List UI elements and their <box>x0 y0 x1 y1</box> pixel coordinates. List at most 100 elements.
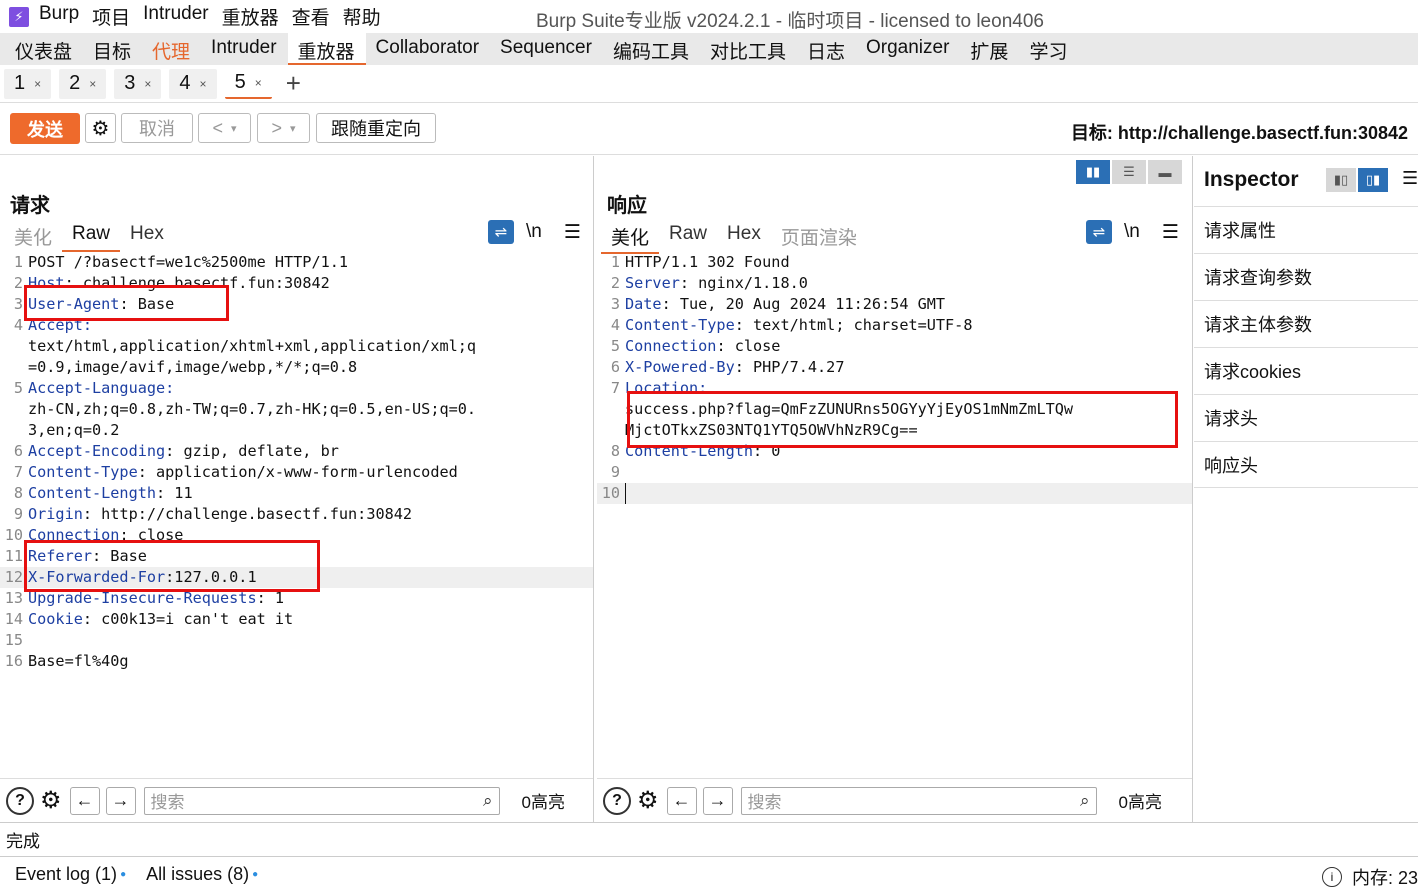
close-icon[interactable]: × <box>255 76 262 90</box>
tab-repeater[interactable]: 重放器 <box>287 33 366 65</box>
cancel-button[interactable]: 取消 <box>121 113 193 143</box>
tab-target[interactable]: 目标 <box>83 33 142 65</box>
event-log-link[interactable]: Event log (1) <box>15 864 117 885</box>
back-label: < <box>212 117 223 138</box>
wrap-lines-icon[interactable]: ⇌ <box>488 220 514 244</box>
memory-indicator[interactable]: i 内存: 23 <box>1321 864 1418 890</box>
menu-intruder[interactable]: Intruder <box>143 3 208 30</box>
tab-extensions[interactable]: 扩展 <box>960 33 1019 65</box>
repeater-tab-2[interactable]: 2 × <box>59 68 107 99</box>
hamburger-menu-icon[interactable]: ☰ <box>564 221 581 244</box>
back-button[interactable]: < ▾ <box>198 113 251 143</box>
title-bar: ⚡ Burp 项目 Intruder 重放器 查看 帮助 Burp Suite专… <box>0 0 1418 33</box>
response-editor[interactable]: 1 HTTP/1.1 302 Found 2 Server: nginx/1.18.… <box>597 252 1192 504</box>
code-line: zh-CN,zh;q=0.8,zh-TW;q=0.7,zh-HK;q=0.5,e… <box>28 400 477 418</box>
target-label[interactable]: 目标: http://challenge.basectf.fun:30842 <box>1071 119 1408 145</box>
line-number <box>597 420 625 441</box>
menu-burp[interactable]: Burp <box>39 3 79 30</box>
tab-hex[interactable]: Hex <box>717 220 771 254</box>
inspector-response-headers[interactable]: 响应头 <box>1194 441 1418 488</box>
line-number: 9 <box>610 463 620 481</box>
repeater-tab-3[interactable]: 3 × <box>114 68 162 99</box>
layout-tabs-icon[interactable]: ▬ <box>1148 160 1182 184</box>
forward-label: > <box>271 117 282 138</box>
request-search-bar: ? ⚙ ← → 搜索 ⌕ 0高亮 <box>0 778 593 822</box>
search-settings-gear-icon[interactable]: ⚙ <box>40 786 62 815</box>
inspector-request-cookies[interactable]: 请求cookies <box>1194 347 1418 394</box>
close-icon[interactable]: × <box>34 77 41 91</box>
tab-learn[interactable]: 学习 <box>1019 33 1078 65</box>
next-match-arrow-icon[interactable]: → <box>105 786 136 815</box>
request-pane: 请求 美化 Raw Hex ⇌ \n ☰ 1 POST /?basectf=we1… <box>0 156 594 822</box>
hamburger-menu-icon[interactable]: ☰ <box>1162 221 1179 244</box>
repeater-tab-4[interactable]: 4 × <box>169 68 217 99</box>
inspector-settings-icon[interactable]: ☰ <box>1402 168 1418 192</box>
tab-comparer[interactable]: 对比工具 <box>700 33 797 65</box>
line-number: 3 <box>610 295 620 313</box>
menu-help[interactable]: 帮助 <box>343 3 381 30</box>
close-icon[interactable]: × <box>89 77 96 91</box>
code-line: Accept-Encoding: gzip, deflate, br <box>28 442 339 460</box>
inspector-expand-icon[interactable]: ▯▮ <box>1358 168 1388 192</box>
tab-organizer[interactable]: Organizer <box>856 33 960 65</box>
menu-repeater[interactable]: 重放器 <box>222 3 279 30</box>
repeater-tab-5[interactable]: 5 × <box>224 68 272 99</box>
help-icon[interactable]: ? <box>603 786 631 815</box>
highlight-count: 0高亮 <box>1118 793 1162 812</box>
newline-toggle[interactable]: \n <box>526 221 542 243</box>
previous-match-arrow-icon[interactable]: ← <box>69 786 100 815</box>
all-issues-link[interactable]: All issues (8) <box>146 864 249 885</box>
tab-intruder[interactable]: Intruder <box>201 33 287 65</box>
add-tab-icon[interactable]: + <box>286 68 301 99</box>
send-button[interactable]: 发送 <box>10 113 80 144</box>
layout-stacked-icon[interactable]: ☰ <box>1112 160 1146 184</box>
forward-button[interactable]: > ▾ <box>257 113 310 143</box>
inspector-request-headers[interactable]: 请求头 <box>1194 394 1418 441</box>
chevron-down-icon[interactable]: ▾ <box>231 122 237 135</box>
line-number: 5 <box>13 379 23 397</box>
tab-pretty[interactable]: 美化 <box>601 220 660 254</box>
close-icon[interactable]: × <box>200 77 207 91</box>
inspector-request-attributes[interactable]: 请求属性 <box>1194 206 1418 253</box>
code-line: Date: Tue, 20 Aug 2024 11:26:54 GMT <box>625 295 946 313</box>
tab-collaborator[interactable]: Collaborator <box>366 33 491 65</box>
wrap-lines-icon[interactable]: ⇌ <box>1086 220 1112 244</box>
tab-dashboard[interactable]: 仪表盘 <box>5 33 83 65</box>
layout-side-by-side-icon[interactable]: ▮▮ <box>1076 160 1110 184</box>
tab-pretty[interactable]: 美化 <box>4 220 62 252</box>
response-search-input[interactable]: 搜索 ⌕ <box>740 786 1097 815</box>
tab-hex[interactable]: Hex <box>120 220 174 252</box>
tab-raw[interactable]: Raw <box>62 220 121 252</box>
tab-proxy[interactable]: 代理 <box>142 33 201 65</box>
search-settings-gear-icon[interactable]: ⚙ <box>637 786 659 815</box>
repeater-tab-1[interactable]: 1 × <box>4 68 52 99</box>
inspector-layout-buttons: ▮▯ ▯▮ ☰ <box>1324 168 1418 192</box>
previous-match-arrow-icon[interactable]: ← <box>666 786 697 815</box>
inspector-query-params[interactable]: 请求查询参数 <box>1194 253 1418 300</box>
tab-render[interactable]: 页面渲染 <box>771 220 867 254</box>
chevron-down-icon[interactable]: ▾ <box>290 122 296 135</box>
line-number: 5 <box>610 337 620 355</box>
inspector-collapse-icon[interactable]: ▮▯ <box>1326 168 1356 192</box>
close-icon[interactable]: × <box>144 77 151 91</box>
settings-gear-icon[interactable]: ⚙ <box>85 113 116 143</box>
line-number: 6 <box>610 358 620 376</box>
code-line: Base=fl%40g <box>28 652 129 670</box>
code-line: 3,en;q=0.2 <box>28 421 120 439</box>
next-match-arrow-icon[interactable]: → <box>702 786 733 815</box>
help-icon[interactable]: ? <box>6 786 34 815</box>
code-line: text/html,application/xhtml+xml,applicat… <box>28 337 477 355</box>
repeater-tab-label: 5 <box>234 71 246 93</box>
menu-project[interactable]: 项目 <box>92 3 130 30</box>
menu-view[interactable]: 查看 <box>292 3 330 30</box>
footer-bar: Event log (1) ● All issues (8) ● i 内存: 23 <box>0 856 1418 891</box>
newline-toggle[interactable]: \n <box>1124 221 1140 243</box>
tab-sequencer[interactable]: Sequencer <box>490 33 603 65</box>
tab-raw[interactable]: Raw <box>659 220 717 254</box>
inspector-body-params[interactable]: 请求主体参数 <box>1194 300 1418 347</box>
follow-redirect-button[interactable]: 跟随重定向 <box>316 113 436 143</box>
request-search-input[interactable]: 搜索 ⌕ <box>143 786 500 815</box>
tab-logger[interactable]: 日志 <box>797 33 856 65</box>
tab-decoder[interactable]: 编码工具 <box>603 33 700 65</box>
line-number: 15 <box>4 631 23 649</box>
